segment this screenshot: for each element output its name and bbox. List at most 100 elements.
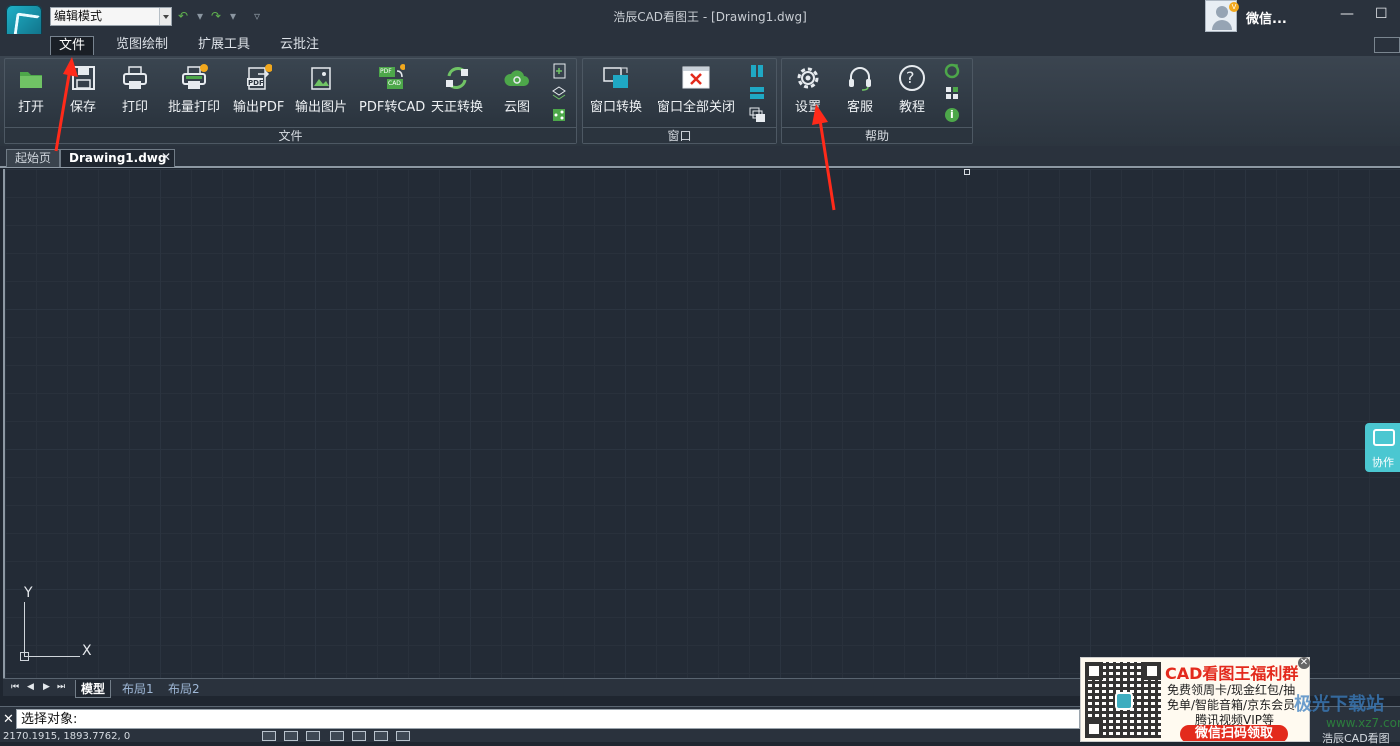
document-tab-bar: 起始页 Drawing1.dwg (0, 146, 1400, 168)
ucs-x-axis (24, 656, 80, 657)
undo-dropdown-icon[interactable]: ▾ (197, 9, 203, 23)
qr-code[interactable] (1085, 662, 1161, 738)
menu-bar: 文件 览图绘制 扩展工具 云批注 (0, 34, 1400, 56)
tab-model[interactable]: 模型 (75, 680, 112, 698)
ortho-icon[interactable] (330, 731, 344, 741)
window-group: 窗口转换 窗口全部关闭 窗口 (582, 58, 777, 144)
qr-logo-icon (1115, 692, 1133, 710)
close-all-windows-label: 窗口全部关闭 (656, 100, 735, 115)
ucs-y-axis (24, 602, 25, 657)
ucs-origin-icon (20, 652, 29, 661)
polar-icon[interactable] (352, 731, 366, 741)
watermark-text: 极光下载站 (1294, 694, 1384, 715)
tab-layout2[interactable]: 布局2 (163, 680, 205, 697)
open-button[interactable]: 打开 (11, 64, 51, 115)
pdf-small-text: PDF (380, 68, 392, 75)
refresh-icon[interactable] (944, 63, 960, 79)
promo-popup[interactable]: CAD看图王福利群 免费领周卡/现金红包/抽 免单/智能音箱/京东会员 腾讯视频… (1080, 657, 1310, 742)
zoom-icon[interactable] (262, 731, 276, 741)
window-switch-label: 窗口转换 (589, 100, 642, 115)
chat-icon (1373, 429, 1395, 446)
close-all-windows-icon (682, 64, 710, 92)
cad-small-text: CAD (388, 80, 401, 87)
cursor-coordinates: 2170.1915, 1893.7762, 0 (3, 731, 131, 742)
undo-icon[interactable]: ↶ (178, 9, 188, 23)
customize-toolbar-icon[interactable]: ▿ (254, 9, 260, 23)
maximize-button[interactable]: ☐ (1375, 6, 1388, 22)
next-layout-icon[interactable]: ▶ (43, 682, 50, 692)
promo-close-button[interactable]: ✕ (1298, 657, 1310, 669)
qr-finder-bottom-left (1085, 720, 1103, 738)
help-mark: ? (906, 68, 915, 87)
new-file-icon[interactable] (551, 63, 567, 79)
menu-extend-tools[interactable]: 扩展工具 (190, 36, 258, 55)
annotation-arrow-settings (812, 104, 836, 211)
print-button[interactable]: 打印 (115, 64, 155, 115)
last-layout-icon[interactable]: ⏭ (57, 682, 65, 692)
headset-icon (846, 64, 874, 92)
scan-claim-button[interactable]: 微信扫码领取 (1180, 725, 1288, 741)
customer-service-button[interactable]: 客服 (840, 64, 880, 115)
osnap-icon[interactable] (374, 731, 388, 741)
command-input[interactable]: 选择对象: (16, 709, 1080, 729)
cloud-drawing-button[interactable]: 云图 (497, 64, 537, 115)
collaboration-label: 协作 (1372, 456, 1394, 469)
crosshair-cursor (964, 169, 970, 175)
tile-vertical-icon[interactable] (749, 63, 765, 79)
vip-badge-icon: V (1229, 2, 1239, 12)
title-bar: 编辑模式 ↶ ▾ ↷ ▾ ▿ 浩辰CAD看图王 - [Drawing1.dwg]… (0, 0, 1400, 41)
ribbon-collapse-button[interactable] (1374, 37, 1400, 53)
window-switch-button[interactable]: 窗口转换 (589, 64, 643, 115)
export-image-button[interactable]: 输出图片 (293, 64, 349, 115)
print-label: 打印 (121, 100, 148, 115)
qr-finder-top-left (1085, 662, 1103, 680)
collaboration-tab[interactable]: 协作 (1365, 423, 1400, 472)
qr-finder-top-right (1143, 662, 1161, 680)
pdf-to-cad-button[interactable]: PDF CAD PDF转CAD (359, 64, 426, 115)
first-layout-icon[interactable]: ⏮ (11, 682, 19, 692)
batch-print-label: 批量打印 (167, 100, 220, 115)
close-all-windows-button[interactable]: 窗口全部关闭 (655, 64, 737, 115)
snap-icon[interactable] (306, 731, 320, 741)
info-mark: i (950, 108, 954, 121)
chevron-down-icon[interactable] (159, 8, 171, 25)
share-icon[interactable] (551, 107, 567, 123)
tab-layout1[interactable]: 布局1 (117, 680, 159, 697)
cloud-icon (503, 64, 531, 92)
tianzheng-convert-label: 天正转换 (430, 100, 483, 115)
mode-select[interactable]: 编辑模式 (50, 7, 172, 26)
otrack-icon[interactable] (396, 731, 410, 741)
tile-horizontal-icon[interactable] (749, 85, 765, 101)
tutorial-button[interactable]: ? 教程 (892, 64, 932, 115)
export-pdf-button[interactable]: PDF 输出PDF (233, 64, 284, 115)
help-icon: ? (898, 64, 926, 92)
grid-icon[interactable] (284, 731, 298, 741)
export-pdf-icon: PDF (244, 64, 273, 92)
layer-icon[interactable] (551, 85, 567, 101)
batch-print-button[interactable]: 批量打印 (165, 64, 223, 115)
mode-select-value: 编辑模式 (54, 9, 103, 23)
apps-icon[interactable] (944, 85, 960, 101)
pdf-to-cad-icon: PDF CAD (377, 64, 406, 92)
menu-cloud-annotate[interactable]: 云批注 (272, 36, 327, 55)
open-label: 打开 (17, 100, 44, 115)
tutorial-label: 教程 (898, 100, 925, 115)
redo-dropdown-icon[interactable]: ▾ (230, 9, 236, 23)
file-group-label: 文件 (5, 127, 576, 143)
user-name[interactable]: 微信... (1246, 8, 1287, 27)
tianzheng-convert-button[interactable]: 天正转换 (429, 64, 485, 115)
drawing-canvas[interactable] (3, 169, 1400, 678)
close-tab-icon[interactable]: ✕ (160, 151, 172, 163)
window-group-label: 窗口 (583, 127, 776, 143)
menu-view-draw[interactable]: 览图绘制 (108, 36, 176, 55)
minimize-button[interactable]: — (1340, 6, 1354, 22)
folder-icon (17, 64, 45, 92)
ucs-x-label: X (82, 643, 92, 659)
command-close-icon[interactable]: ✕ (3, 712, 14, 727)
cascade-icon[interactable] (749, 107, 765, 123)
prev-layout-icon[interactable]: ◀ (27, 682, 34, 692)
redo-icon[interactable]: ↷ (211, 9, 221, 23)
pdf-to-cad-label: PDF转CAD (359, 100, 426, 115)
menu-file[interactable]: 文件 (50, 36, 95, 55)
printer-icon (121, 64, 149, 92)
